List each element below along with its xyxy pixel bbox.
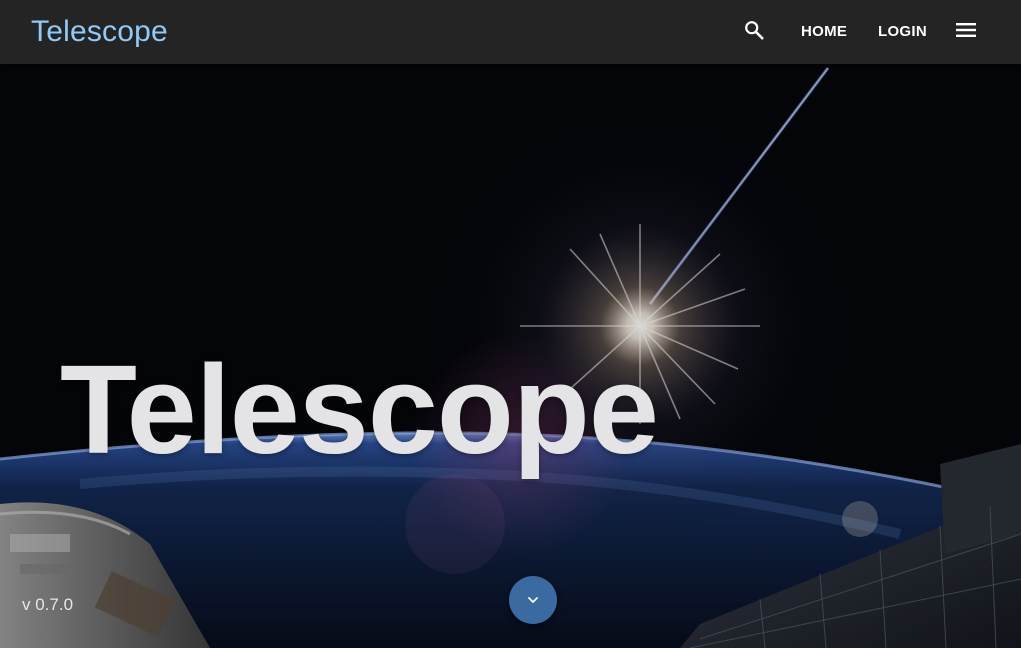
hero-title: Telescope: [60, 339, 659, 481]
menu-button[interactable]: [952, 18, 980, 46]
scroll-down-button[interactable]: [509, 576, 557, 624]
nav-home-link[interactable]: HOME: [801, 22, 847, 42]
search-icon: [743, 19, 765, 46]
chevron-down-icon: [527, 591, 539, 609]
hero-banner: Telescope v 0.7.0: [0, 64, 1021, 648]
menu-icon: [956, 22, 976, 43]
search-button[interactable]: [738, 16, 770, 48]
page: Telescope HOME LOGIN Telescope v 0.7.0: [0, 0, 1021, 648]
version-label: v 0.7.0: [22, 595, 74, 614]
top-app-bar: Telescope HOME LOGIN: [0, 0, 1021, 64]
nav-login-link[interactable]: LOGIN: [878, 22, 927, 42]
brand-link[interactable]: Telescope: [31, 13, 168, 51]
